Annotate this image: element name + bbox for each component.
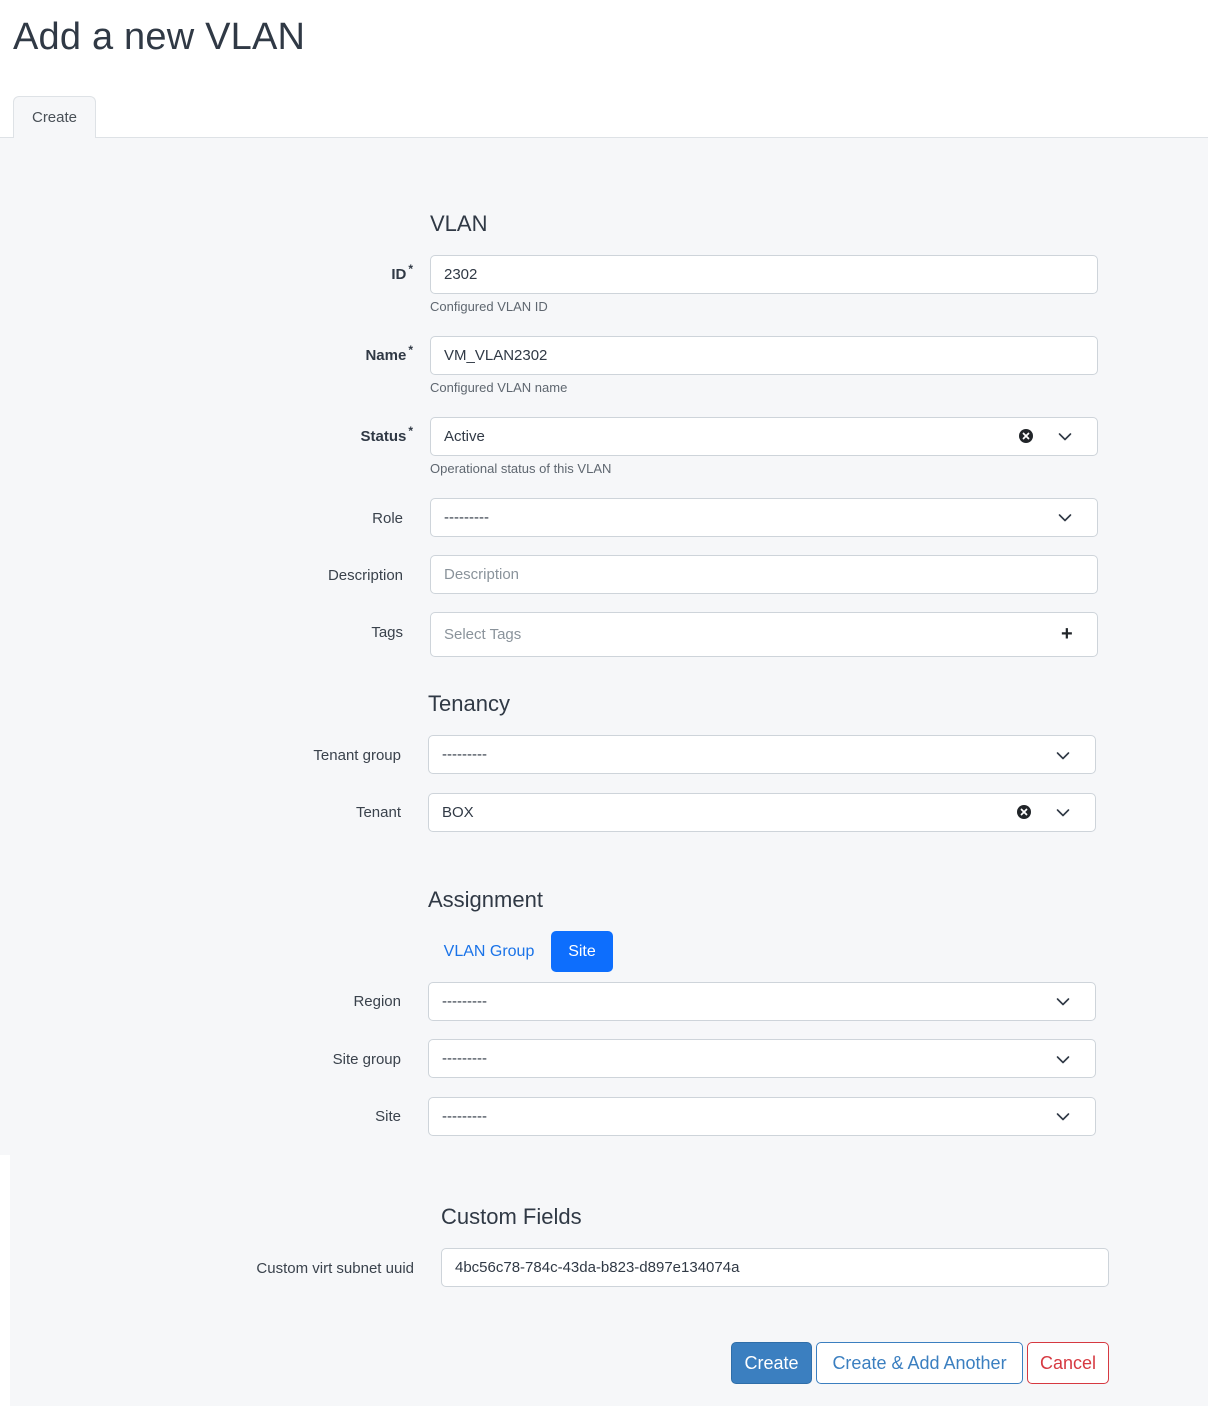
cancel-button[interactable]: Cancel (1027, 1342, 1109, 1384)
chevron-down-icon[interactable] (1058, 513, 1072, 523)
create-add-another-button[interactable]: Create & Add Another (816, 1342, 1023, 1384)
vlan-name-help: Configured VLAN name (430, 380, 568, 395)
required-mark: * (408, 424, 413, 438)
tab-site[interactable]: Site (551, 931, 613, 972)
status-help: Operational status of this VLAN (430, 461, 612, 476)
section-title-vlan: VLAN (430, 211, 488, 236)
custom-virt-subnet-uuid-input[interactable]: 4bc56c78-784c-43da-b823-d897e134074a (441, 1248, 1109, 1287)
site-group-label: Site group (332, 1051, 401, 1068)
vlan-name-input[interactable]: VM_VLAN2302 (430, 336, 1098, 375)
description-label: Description (327, 567, 403, 584)
status-value: Active (444, 428, 485, 445)
description-placeholder: Description (444, 566, 520, 583)
vlan-id-value: 2302 (444, 266, 478, 283)
clear-selection-icon[interactable] (1019, 429, 1033, 443)
vlan-id-input[interactable]: 2302 (430, 255, 1098, 294)
region-label: Region (353, 993, 401, 1010)
required-mark: * (408, 262, 413, 276)
section-title-tenancy: Tenancy (428, 691, 510, 716)
tenant-select[interactable]: BOX (428, 793, 1096, 832)
description-input[interactable]: Description (430, 555, 1098, 594)
role-select[interactable]: --------- (430, 498, 1098, 537)
page-title: Add a new VLAN (13, 16, 306, 58)
custom-virt-subnet-uuid-label: Custom virt subnet uuid (256, 1260, 414, 1277)
tags-select[interactable]: Select Tags (430, 612, 1098, 657)
site-select[interactable]: --------- (428, 1097, 1096, 1136)
custom-virt-subnet-uuid-value: 4bc56c78-784c-43da-b823-d897e134074a (455, 1259, 740, 1276)
status-label: Status * (360, 424, 413, 445)
chevron-down-icon[interactable] (1056, 808, 1070, 818)
chevron-down-icon[interactable] (1056, 997, 1070, 1007)
chevron-down-icon[interactable] (1056, 1112, 1070, 1122)
site-label: Site (375, 1108, 401, 1125)
region-select[interactable]: --------- (428, 982, 1096, 1021)
tenant-label: Tenant (355, 804, 401, 821)
chevron-down-icon[interactable] (1058, 432, 1072, 442)
status-select[interactable]: Active (430, 417, 1098, 456)
tenant-group-label: Tenant group (313, 747, 401, 764)
site-value: --------- (442, 1108, 487, 1125)
vlan-id-help: Configured VLAN ID (430, 299, 548, 314)
tab-create[interactable]: Create (13, 96, 96, 138)
tab-vlan-group[interactable]: VLAN Group (432, 931, 546, 972)
name-label: Name * (365, 343, 413, 364)
chevron-down-icon[interactable] (1056, 1055, 1070, 1065)
clear-selection-icon[interactable] (1017, 805, 1031, 819)
tenant-value: BOX (442, 804, 474, 821)
vlan-name-value: VM_VLAN2302 (444, 347, 548, 364)
role-value: --------- (444, 509, 489, 526)
section-title-assignment: Assignment (428, 887, 543, 912)
tenant-group-select[interactable]: --------- (428, 735, 1096, 774)
plus-icon[interactable]: + (1061, 624, 1073, 644)
create-button[interactable]: Create (731, 1342, 812, 1384)
region-value: --------- (442, 993, 487, 1010)
section-title-custom-fields: Custom Fields (441, 1204, 582, 1229)
tags-label: Tags (371, 624, 403, 641)
tenant-group-value: --------- (442, 746, 487, 763)
required-mark: * (408, 343, 413, 357)
id-label: ID * (391, 262, 413, 283)
site-group-select[interactable]: --------- (428, 1039, 1096, 1078)
tags-placeholder: Select Tags (444, 626, 522, 643)
role-label: Role (372, 510, 403, 527)
chevron-down-icon[interactable] (1056, 751, 1070, 761)
site-group-value: --------- (442, 1050, 487, 1067)
